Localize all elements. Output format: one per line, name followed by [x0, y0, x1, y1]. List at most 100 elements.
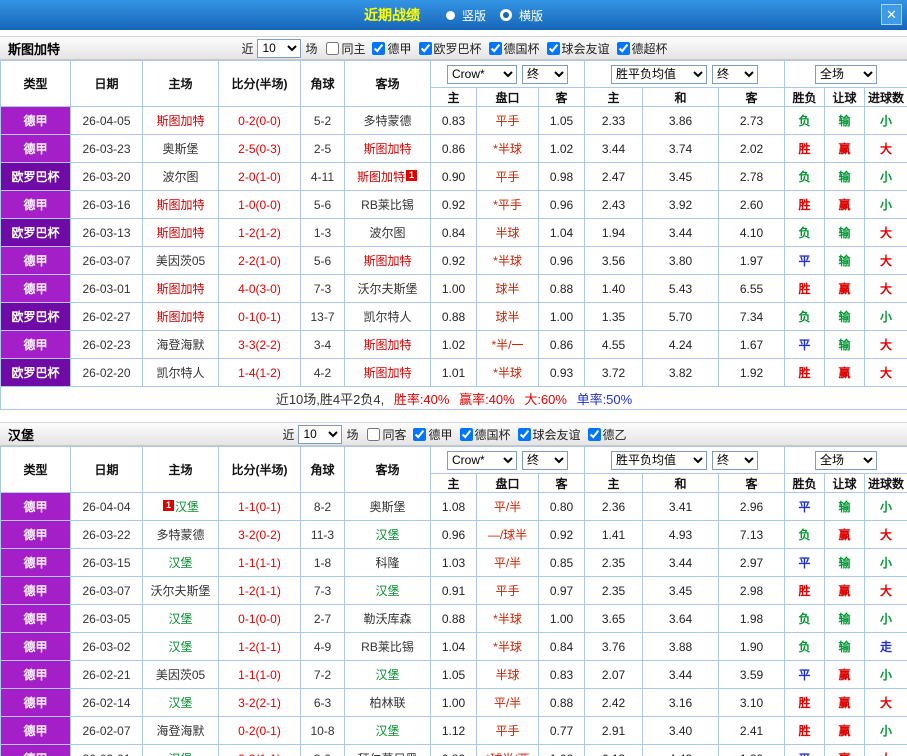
recent-count-select[interactable]: 10: [298, 425, 342, 444]
league-checkbox-input[interactable]: [460, 428, 473, 441]
recent-count-select[interactable]: 10: [257, 39, 301, 58]
result-handicap: 赢: [825, 191, 865, 219]
corner-cell: 4-9: [301, 633, 345, 661]
result-goals: 大: [865, 689, 907, 717]
handicap-final-select[interactable]: 终: [522, 451, 568, 470]
match-row: 德甲26-03-22多特蒙德3-2(0-2)11-3汉堡0.96—/球半0.92…: [1, 521, 907, 549]
handicap-home-odds: 0.82: [431, 745, 477, 756]
result-goals: 小: [865, 107, 907, 135]
corner-cell: 4-2: [301, 359, 345, 387]
result-handicap: 赢: [825, 661, 865, 689]
league-checkbox-input[interactable]: [419, 42, 432, 55]
handicap-final-select[interactable]: 终: [522, 65, 568, 84]
handicap-home-odds: 0.96: [431, 521, 477, 549]
league-checkbox-label: 德甲: [387, 40, 411, 57]
same-side-checkbox-input[interactable]: [326, 42, 339, 55]
euro-draw-odds: 3.41: [643, 493, 719, 521]
league-checkbox[interactable]: 德甲: [365, 40, 411, 57]
result-outcome: 平: [785, 549, 825, 577]
result-handicap: 赢: [825, 275, 865, 303]
horizontal-layout-radio[interactable]: [500, 9, 512, 21]
league-cell: 德甲: [1, 107, 71, 135]
league-checkbox-input[interactable]: [518, 428, 531, 441]
euro-home-odds: 2.47: [585, 163, 643, 191]
corner-cell: 5-6: [301, 247, 345, 275]
handicap-line: *平手: [477, 191, 539, 219]
euro-draw-odds: 3.64: [643, 605, 719, 633]
league-checkbox[interactable]: 德国杯: [453, 426, 511, 443]
league-checkbox-input[interactable]: [413, 428, 426, 441]
euro-away-odds: 2.41: [719, 717, 785, 745]
column-header: 角球: [301, 61, 345, 107]
bookmaker-select[interactable]: Crow*: [447, 65, 517, 84]
euro-home-odds: 3.56: [585, 247, 643, 275]
sub-column-header: 让球: [825, 474, 865, 493]
league-checkbox-label: 德甲: [428, 426, 452, 443]
league-checkbox-input[interactable]: [617, 42, 630, 55]
league-checkbox-input[interactable]: [372, 42, 385, 55]
sub-column-header: 盘口: [477, 88, 539, 107]
sub-column-header: 和: [643, 474, 719, 493]
match-row: 德甲26-02-07海登海默0-2(0-1)10-8汉堡1.12平手0.772.…: [1, 717, 907, 745]
league-checkbox[interactable]: 德乙: [581, 426, 627, 443]
league-checkbox-input[interactable]: [547, 42, 560, 55]
euro-draw-odds: 5.70: [643, 303, 719, 331]
sub-column-header: 客: [539, 88, 585, 107]
league-cell: 欧罗巴杯: [1, 219, 71, 247]
scope-select[interactable]: 全场: [815, 65, 877, 84]
euro-away-odds: 2.98: [719, 577, 785, 605]
vertical-layout-radio[interactable]: [446, 11, 455, 20]
bookmaker-select[interactable]: Crow*: [447, 451, 517, 470]
score-cell: 3-2(0-2): [219, 521, 301, 549]
result-outcome: 负: [785, 303, 825, 331]
league-cell: 德甲: [1, 661, 71, 689]
corner-cell: 1-8: [301, 549, 345, 577]
away-team-cell: 斯图加特: [345, 359, 431, 387]
handicap-line: *半球: [477, 247, 539, 275]
filter-controls: 近10场同客德甲德国杯球会友谊德乙: [0, 425, 907, 444]
result-handicap: 赢: [825, 135, 865, 163]
home-team-name: 斯图加特: [156, 198, 204, 212]
away-team-name: 奥斯堡: [369, 500, 405, 514]
result-handicap: 输: [825, 163, 865, 191]
euro-away-odds: 1.90: [719, 633, 785, 661]
sub-column-header: 主: [431, 88, 477, 107]
result-goals: 大: [865, 331, 907, 359]
home-team-cell: 美因茨05: [143, 661, 219, 689]
handicap-home-odds: 0.88: [431, 303, 477, 331]
euro-draw-odds: 3.44: [643, 219, 719, 247]
same-side-checkbox-input[interactable]: [367, 428, 380, 441]
handicap-home-odds: 1.03: [431, 549, 477, 577]
away-team-name: 柏林联: [369, 696, 405, 710]
vertical-layout-label[interactable]: 竖版: [462, 7, 486, 24]
europe-odds-select[interactable]: 胜平负均值: [611, 65, 707, 84]
horizontal-layout-label[interactable]: 横版: [519, 7, 543, 24]
result-goals: 大: [865, 745, 907, 756]
away-team-cell: 拜仁慕尼黑: [345, 745, 431, 756]
handicap-line: 平/半: [477, 689, 539, 717]
close-icon[interactable]: ✕: [881, 4, 902, 25]
corner-cell: 10-8: [301, 717, 345, 745]
same-side-checkbox[interactable]: 同主: [319, 40, 365, 57]
same-side-checkbox[interactable]: 同客: [360, 426, 406, 443]
games-label: 场: [346, 426, 358, 443]
euro-home-odds: 3.44: [585, 135, 643, 163]
away-team-name: 波尔图: [369, 226, 405, 240]
europe-final-select[interactable]: 终: [712, 65, 758, 84]
corner-cell: 4-11: [301, 163, 345, 191]
league-checkbox-input[interactable]: [588, 428, 601, 441]
league-checkbox[interactable]: 德国杯: [482, 40, 540, 57]
league-checkbox[interactable]: 欧罗巴杯: [412, 40, 482, 57]
away-team-name: 多特蒙德: [363, 114, 411, 128]
league-checkbox[interactable]: 德甲: [406, 426, 452, 443]
europe-final-select[interactable]: 终: [712, 451, 758, 470]
scope-select[interactable]: 全场: [815, 451, 877, 470]
away-team-cell: 斯图加特: [345, 331, 431, 359]
league-checkbox[interactable]: 德超杯: [610, 40, 668, 57]
match-date: 26-02-20: [71, 359, 143, 387]
europe-odds-select[interactable]: 胜平负均值: [611, 451, 707, 470]
league-checkbox[interactable]: 球会友谊: [511, 426, 581, 443]
league-checkbox-input[interactable]: [489, 42, 502, 55]
league-checkbox[interactable]: 球会友谊: [540, 40, 610, 57]
score-cell: 3-2(2-1): [219, 689, 301, 717]
